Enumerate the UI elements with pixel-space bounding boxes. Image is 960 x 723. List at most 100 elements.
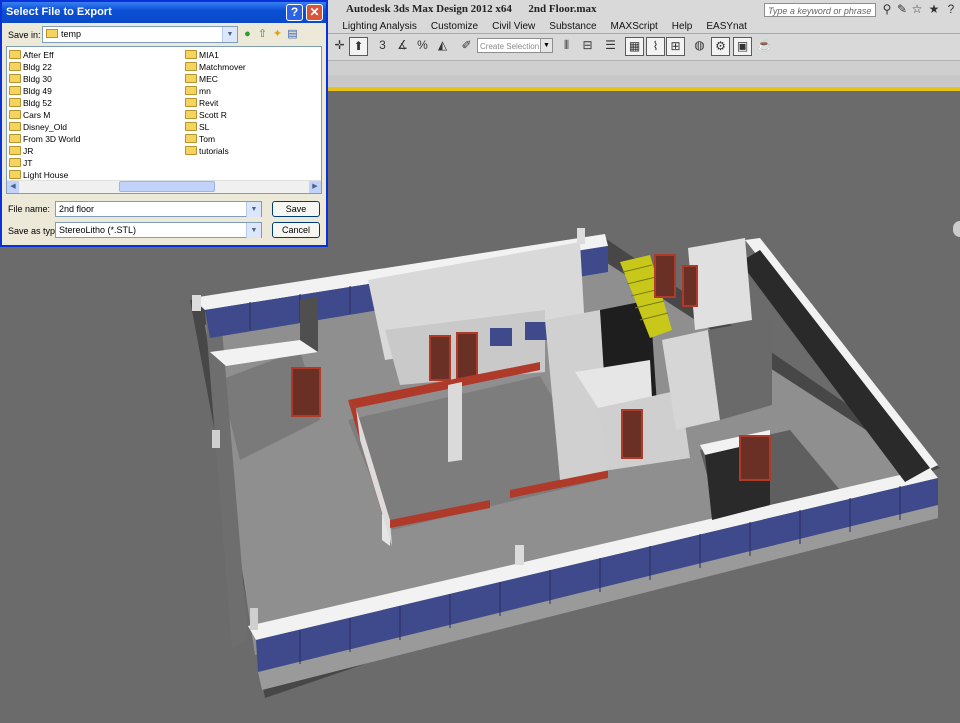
folder-icon <box>9 74 21 83</box>
save-as-type-value: StereoLitho (*.STL) <box>59 225 137 235</box>
render-setup-icon[interactable]: ⚙ <box>711 37 730 56</box>
menu-bar: ing Lighting Analysis Customize Civil Vi… <box>308 20 754 33</box>
menu-item-easynat[interactable]: EASYnat <box>699 20 754 33</box>
folder-icon <box>9 134 21 143</box>
angle-snap-icon[interactable]: ∡ <box>393 37 412 56</box>
close-button[interactable]: ✕ <box>306 4 323 21</box>
save-button[interactable]: Save <box>272 201 320 217</box>
star-icon[interactable]: ☆ <box>910 2 924 16</box>
folder-icon <box>9 110 21 119</box>
folder-name: Matchmover <box>199 62 246 72</box>
percent-snap-icon[interactable]: % <box>413 37 432 56</box>
file-name-value: 2nd floor <box>59 204 95 214</box>
material-editor-icon[interactable]: ◍ <box>690 37 709 56</box>
spinner-snap-icon[interactable]: ◭ <box>433 37 452 56</box>
folder-item[interactable]: MIA1 <box>185 49 219 61</box>
dialog-title-bar[interactable]: Select File to Export ? ✕ <box>2 2 326 23</box>
file-list[interactable]: After Eff Bldg 22 Bldg 30 Bldg 49 Bldg 5… <box>6 46 322 194</box>
viewcube-icon[interactable] <box>953 221 960 237</box>
folder-icon <box>46 29 58 38</box>
folder-icon <box>9 170 21 179</box>
horizontal-scrollbar[interactable]: ◀ ▶ <box>7 180 321 193</box>
chevron-down-icon: ▼ <box>540 39 552 52</box>
folder-icon <box>185 110 197 119</box>
graphite-ribbon-icon[interactable]: ▦ <box>625 37 644 56</box>
favorites-icon[interactable]: ★ <box>927 2 941 16</box>
folder-item[interactable]: Bldg 52 <box>9 97 52 109</box>
folder-icon <box>185 134 197 143</box>
folder-name: mn <box>199 86 211 96</box>
folder-item[interactable]: Tom <box>185 133 215 145</box>
snap-toggle-icon[interactable]: 3 <box>373 37 392 56</box>
folder-item[interactable]: From 3D World <box>9 133 80 145</box>
menu-item-maxscript[interactable]: MAXScript <box>604 20 665 33</box>
folder-item[interactable]: mn <box>185 85 211 97</box>
render-teapot-icon[interactable]: ☕ <box>755 37 774 56</box>
folder-icon <box>185 74 197 83</box>
rendered-frame-icon[interactable]: ▣ <box>733 37 752 56</box>
folder-item[interactable]: Disney_Old <box>9 121 67 133</box>
mirror-icon[interactable]: ⫴ <box>557 37 576 56</box>
cancel-button[interactable]: Cancel <box>272 222 320 238</box>
folder-name: Bldg 49 <box>23 86 52 96</box>
folder-item[interactable]: Bldg 22 <box>9 61 52 73</box>
folder-item[interactable]: SL <box>185 121 209 133</box>
folder-icon <box>9 62 21 71</box>
select-and-manipulate-icon[interactable]: ⬆ <box>349 37 368 56</box>
folder-item[interactable]: Bldg 30 <box>9 73 52 85</box>
save-as-type-dropdown[interactable]: StereoLitho (*.STL) ▼ <box>55 222 262 238</box>
folder-name: JT <box>23 158 33 168</box>
help-icon[interactable]: ? <box>944 2 958 16</box>
folder-icon <box>9 86 21 95</box>
folder-item[interactable]: JR <box>9 145 33 157</box>
move-icon[interactable]: ✛ <box>330 37 349 56</box>
file-name-field[interactable]: 2nd floor ▼ <box>55 201 262 217</box>
folder-item[interactable]: After Eff <box>9 49 54 61</box>
menu-item-civil-view[interactable]: Civil View <box>485 20 542 33</box>
snap-three-label: 3 <box>379 38 386 52</box>
dialog-title: Select File to Export <box>6 6 112 18</box>
edit-named-selection-icon[interactable]: ✐ <box>457 37 476 56</box>
menu-item-lighting-analysis[interactable]: Lighting Analysis <box>335 20 424 33</box>
folder-item[interactable]: tutorials <box>185 145 229 157</box>
folder-name: MIA1 <box>199 50 219 60</box>
help-button[interactable]: ? <box>286 4 303 21</box>
scroll-thumb[interactable] <box>119 181 215 192</box>
folder-icon <box>185 146 197 155</box>
layer-manager-icon[interactable]: ☰ <box>601 37 620 56</box>
folder-name: MEC <box>199 74 218 84</box>
tools-icon[interactable]: ✎ <box>895 2 909 16</box>
menu-item-substance[interactable]: Substance <box>542 20 603 33</box>
view-menu-icon[interactable]: ▤ <box>285 27 300 42</box>
chevron-right-icon[interactable]: ▶ <box>309 181 321 193</box>
selection-set-dropdown[interactable]: Create Selection Se ▼ <box>477 38 553 53</box>
schematic-view-icon[interactable]: ⊞ <box>666 37 685 56</box>
menu-item-help[interactable]: Help <box>665 20 700 33</box>
select-file-to-export-dialog: Select File to Export ? ✕ Save in: temp … <box>0 0 328 247</box>
menu-item-customize[interactable]: Customize <box>424 20 485 33</box>
folder-item[interactable]: Revit <box>185 97 218 109</box>
back-icon[interactable]: ● <box>240 27 255 42</box>
save-in-value: temp <box>61 29 82 39</box>
folder-item[interactable]: Cars M <box>9 109 50 121</box>
align-icon[interactable]: ⊟ <box>578 37 597 56</box>
folder-name: After Eff <box>23 50 54 60</box>
binoculars-icon[interactable]: ⚲ <box>880 2 894 16</box>
folder-item[interactable]: JT <box>9 157 32 169</box>
folder-item[interactable]: Matchmover <box>185 61 246 73</box>
chevron-left-icon[interactable]: ◀ <box>7 181 19 193</box>
folder-item[interactable]: Bldg 49 <box>9 85 52 97</box>
folder-item[interactable]: MEC <box>185 73 218 85</box>
search-input[interactable]: Type a keyword or phrase <box>764 3 876 17</box>
folder-icon <box>185 122 197 131</box>
folder-item[interactable]: Scott R <box>185 109 227 121</box>
new-folder-icon[interactable]: ✦ <box>270 27 285 42</box>
folder-name: Scott R <box>199 110 227 120</box>
folder-name: From 3D World <box>23 134 81 144</box>
save-in-label: Save in: <box>8 30 41 40</box>
curve-editor-icon[interactable]: ⌇ <box>646 37 665 56</box>
save-in-dropdown[interactable]: temp ▼ <box>42 26 238 43</box>
up-folder-icon[interactable]: ⇧ <box>255 27 270 42</box>
folder-icon <box>185 50 197 59</box>
chevron-down-icon: ▼ <box>246 202 261 217</box>
